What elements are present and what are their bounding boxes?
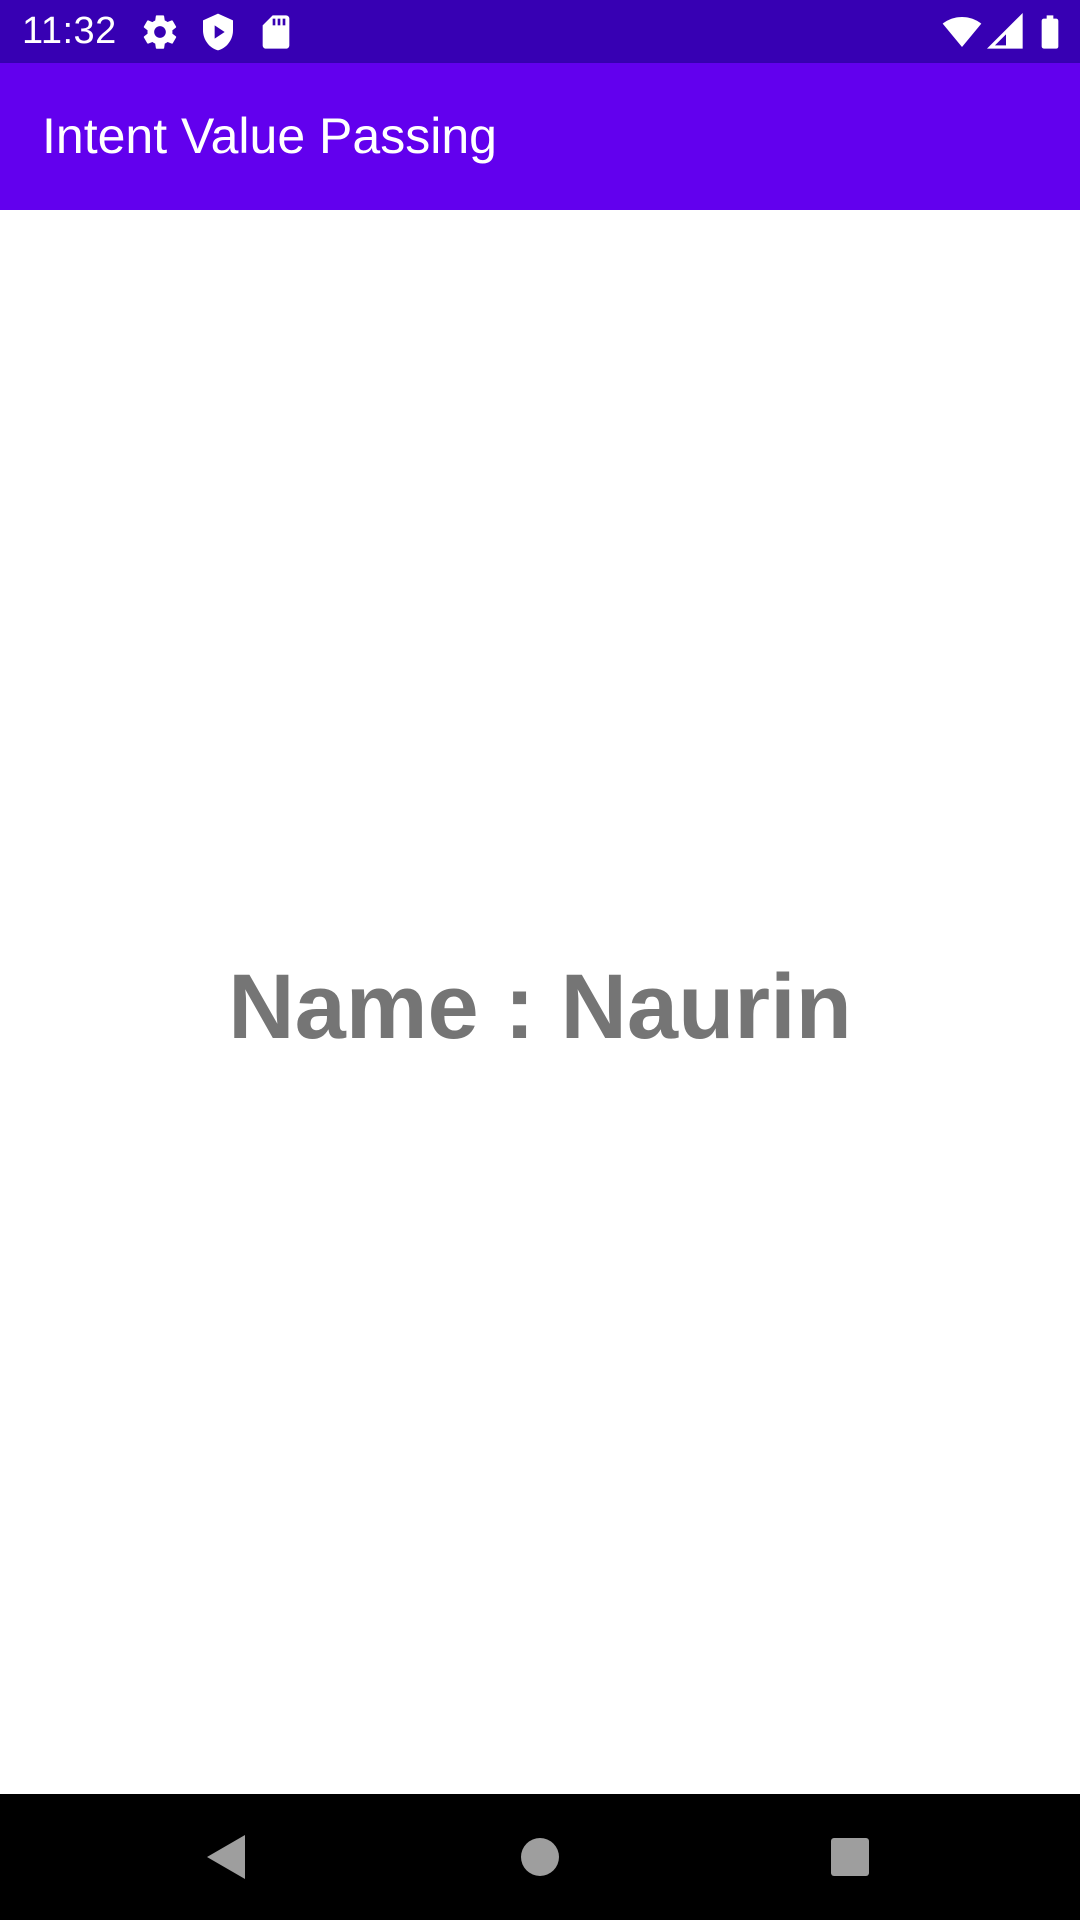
wifi-icon — [942, 12, 982, 52]
screen: 11:32 Intent Value Passing Name: Naurin — [0, 0, 1080, 1920]
status-bar: 11:32 — [0, 0, 1080, 63]
battery-icon — [1030, 12, 1070, 52]
home-icon[interactable] — [500, 1817, 580, 1897]
sd-card-icon — [256, 12, 296, 52]
app-title: Intent Value Passing — [42, 108, 497, 164]
gear-icon — [140, 12, 180, 52]
back-icon[interactable] — [185, 1817, 265, 1897]
name-text: Name : Naurin — [228, 956, 852, 1058]
shield-play-icon — [198, 12, 238, 52]
recents-icon[interactable] — [810, 1817, 890, 1897]
navigation-bar — [0, 1794, 1080, 1920]
app-bar: Intent Value Passing — [0, 63, 1080, 210]
cell-signal-icon — [986, 12, 1026, 52]
main-content: Name : Naurin — [0, 210, 1080, 1794]
status-time: 11:32 — [22, 10, 117, 52]
